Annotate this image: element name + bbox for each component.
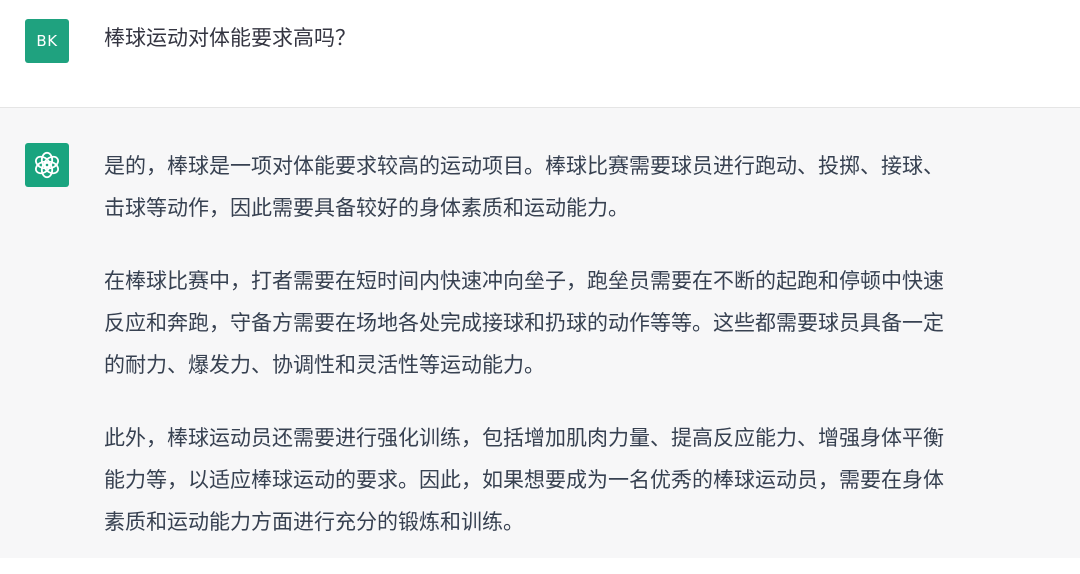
answer-paragraph-2: 在棒球比赛中，打者需要在短时间内快速冲向垒子，跑垒员需要在不断的起跑和停顿中快速… — [104, 269, 944, 377]
answer-paragraph-3: 此外，棒球运动员还需要进行强化训练，包括增加肌肉力量、提高反应能力、增强身体平衡… — [104, 426, 944, 534]
assistant-message-row: 是的，棒球是一项对体能要求较高的运动项目。棒球比赛需要球员进行跑动、投掷、接球、… — [0, 108, 1080, 558]
user-message-text: 棒球运动对体能要求高吗？ — [104, 26, 356, 50]
user-avatar: BK — [25, 19, 69, 63]
assistant-answer: 是的，棒球是一项对体能要求较高的运动项目。棒球比赛需要球员进行跑动、投掷、接球、… — [104, 145, 1054, 574]
assistant-avatar — [25, 143, 69, 187]
answer-paragraph-1: 是的，棒球是一项对体能要求较高的运动项目。棒球比赛需要球员进行跑动、投掷、接球、… — [104, 154, 944, 220]
openai-logo-icon — [35, 151, 59, 179]
user-message-row: BK 棒球运动对体能要求高吗？ — [0, 0, 1080, 108]
